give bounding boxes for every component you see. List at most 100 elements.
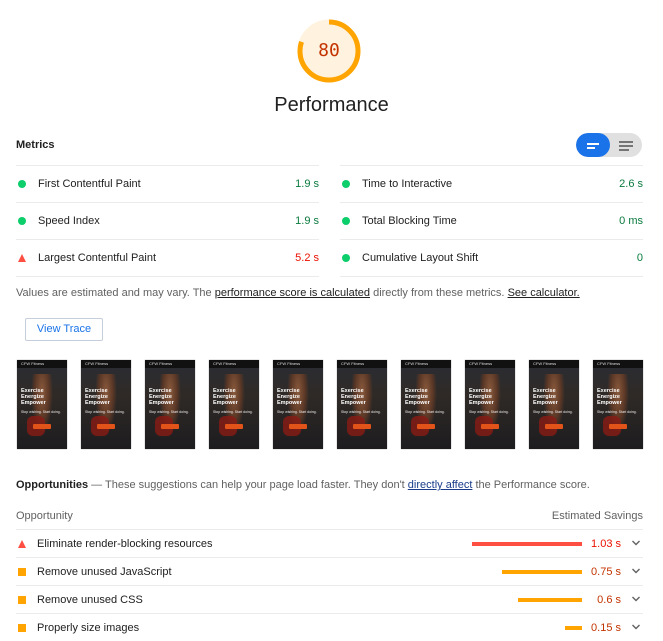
frame-nav-text: CFW Fitness bbox=[341, 361, 365, 366]
metric-label: First Contentful Paint bbox=[38, 178, 141, 190]
directly-affect-link[interactable]: directly affect bbox=[408, 479, 473, 491]
pass-circle-icon bbox=[342, 180, 350, 188]
average-square-icon bbox=[18, 568, 26, 576]
column-header-opportunity: Opportunity bbox=[16, 510, 73, 522]
performance-score-gauge: 80 bbox=[296, 18, 362, 84]
opportunities-dash: — bbox=[88, 479, 106, 491]
frame-nav-text: CFW Fitness bbox=[213, 361, 237, 366]
metric-value: 0 bbox=[636, 252, 643, 264]
frame-hero-text: Exercise Energize Empower bbox=[341, 388, 366, 406]
frame-sub-text: Stop wishing. Start doing. bbox=[21, 410, 61, 414]
performance-title: Performance bbox=[274, 94, 389, 116]
view-trace-button[interactable]: View Trace bbox=[25, 318, 103, 341]
frame-hero-text: Exercise Energize Empower bbox=[213, 388, 238, 406]
frame-nav-bar: CFW Fitness bbox=[209, 360, 259, 368]
frame-sub-text: Stop wishing. Start doing. bbox=[85, 410, 125, 414]
frame-nav-bar: CFW Fitness bbox=[593, 360, 643, 368]
opportunity-row[interactable]: Eliminate render-blocking resources 1.03… bbox=[16, 529, 643, 557]
opportunities-list: Eliminate render-blocking resources 1.03… bbox=[16, 529, 643, 641]
frame-nav-text: CFW Fitness bbox=[21, 361, 45, 366]
frame-cta-button bbox=[289, 424, 307, 429]
score-calculated-link[interactable]: performance score is calculated bbox=[215, 287, 370, 299]
metric-value: 5.2 s bbox=[295, 252, 319, 264]
opportunity-row[interactable]: Remove unused CSS 0.6 s bbox=[16, 585, 643, 613]
metric-speed-index: Speed Index 1.9 s bbox=[16, 202, 319, 239]
pass-circle-icon bbox=[342, 254, 350, 262]
frame-hero-text: Exercise Energize Empower bbox=[405, 388, 430, 406]
opportunity-label: Remove unused JavaScript bbox=[37, 566, 172, 578]
frame-sub-text: Stop wishing. Start doing. bbox=[149, 410, 189, 414]
savings-value: 1.03 s bbox=[591, 538, 621, 550]
frame-sub-text: Stop wishing. Start doing. bbox=[405, 410, 445, 414]
frame-hero-text: Exercise Energize Empower bbox=[597, 388, 622, 406]
frame-nav-text: CFW Fitness bbox=[85, 361, 109, 366]
savings-value: 0.75 s bbox=[591, 566, 621, 578]
pass-circle-icon bbox=[342, 217, 350, 225]
opportunity-row[interactable]: Properly size images 0.15 s bbox=[16, 613, 643, 641]
frame-nav-bar: CFW Fitness bbox=[529, 360, 579, 368]
chevron-down-icon[interactable] bbox=[631, 538, 641, 548]
frame-nav-bar: CFW Fitness bbox=[17, 360, 67, 368]
filmstrip-frame: CFW Fitness Exercise Energize Empower Stop… bbox=[81, 360, 131, 449]
compact-lines-icon bbox=[587, 143, 599, 149]
frame-nav-text: CFW Fitness bbox=[277, 361, 301, 366]
savings-bar bbox=[472, 542, 582, 546]
metrics-view-toggle[interactable] bbox=[576, 133, 642, 157]
filmstrip-frame: CFW Fitness Exercise Energize Empower Stop… bbox=[529, 360, 579, 449]
frame-cta-button bbox=[353, 424, 371, 429]
frame-hero-text: Exercise Energize Empower bbox=[149, 388, 174, 406]
metric-largest-contentful-paint: Largest Contentful Paint 5.2 s bbox=[16, 239, 319, 277]
metric-cumulative-layout-shift: Cumulative Layout Shift 0 bbox=[340, 239, 643, 277]
metric-value: 1.9 s bbox=[295, 178, 319, 190]
frame-cta-button bbox=[417, 424, 435, 429]
expanded-lines-icon[interactable] bbox=[610, 133, 642, 157]
frame-cta-button bbox=[545, 424, 563, 429]
metric-total-blocking-time: Total Blocking Time 0 ms bbox=[340, 202, 643, 239]
frame-nav-text: CFW Fitness bbox=[469, 361, 493, 366]
frame-cta-button bbox=[225, 424, 243, 429]
frame-nav-text: CFW Fitness bbox=[533, 361, 557, 366]
frame-hero-text: Exercise Energize Empower bbox=[85, 388, 110, 406]
frame-hero-text: Exercise Energize Empower bbox=[277, 388, 302, 406]
frame-cta-button bbox=[481, 424, 499, 429]
chevron-down-icon[interactable] bbox=[631, 622, 641, 632]
metric-label: Largest Contentful Paint bbox=[38, 252, 157, 264]
see-calculator-link[interactable]: See calculator. bbox=[508, 287, 580, 299]
filmstrip-frame: CFW Fitness Exercise Energize Empower Stop… bbox=[17, 360, 67, 449]
filmstrip-frame: CFW Fitness Exercise Energize Empower Stop… bbox=[337, 360, 387, 449]
chevron-down-icon[interactable] bbox=[631, 566, 641, 576]
filmstrip-frame: CFW Fitness Exercise Energize Empower Stop… bbox=[209, 360, 259, 449]
opportunity-label: Eliminate render-blocking resources bbox=[37, 538, 213, 550]
frame-cta-button bbox=[161, 424, 179, 429]
metric-label: Cumulative Layout Shift bbox=[362, 252, 479, 264]
savings-value: 0.6 s bbox=[597, 594, 621, 606]
opportunity-label: Remove unused CSS bbox=[37, 594, 143, 606]
frame-cta-button bbox=[609, 424, 627, 429]
savings-value: 0.15 s bbox=[591, 622, 621, 634]
frame-sub-text: Stop wishing. Start doing. bbox=[213, 410, 253, 414]
metric-value: 1.9 s bbox=[295, 215, 319, 227]
chevron-down-icon[interactable] bbox=[631, 594, 641, 604]
frame-sub-text: Stop wishing. Start doing. bbox=[341, 410, 381, 414]
frame-nav-text: CFW Fitness bbox=[597, 361, 621, 366]
filmstrip-frame: CFW Fitness Exercise Energize Empower Stop… bbox=[145, 360, 195, 449]
frame-cta-button bbox=[33, 424, 51, 429]
metric-value: 2.6 s bbox=[619, 178, 643, 190]
frame-nav-bar: CFW Fitness bbox=[465, 360, 515, 368]
frame-nav-bar: CFW Fitness bbox=[273, 360, 323, 368]
opportunities-description: These suggestions can help your page loa… bbox=[105, 479, 408, 491]
frame-nav-text: CFW Fitness bbox=[149, 361, 173, 366]
frame-sub-text: Stop wishing. Start doing. bbox=[533, 410, 573, 414]
savings-bar bbox=[502, 570, 582, 574]
frame-sub-text: Stop wishing. Start doing. bbox=[597, 410, 637, 414]
performance-score-value: 80 bbox=[318, 40, 340, 61]
opportunities-title: Opportunities bbox=[16, 479, 89, 491]
toggle-compact-option[interactable] bbox=[576, 133, 610, 157]
pass-circle-icon bbox=[18, 217, 26, 225]
frame-sub-text: Stop wishing. Start doing. bbox=[469, 410, 509, 414]
note-middle: directly from these metrics. bbox=[370, 287, 508, 299]
savings-bar bbox=[518, 598, 582, 602]
opportunity-row[interactable]: Remove unused JavaScript 0.75 s bbox=[16, 557, 643, 585]
frame-nav-text: CFW Fitness bbox=[405, 361, 429, 366]
frame-cta-button bbox=[97, 424, 115, 429]
